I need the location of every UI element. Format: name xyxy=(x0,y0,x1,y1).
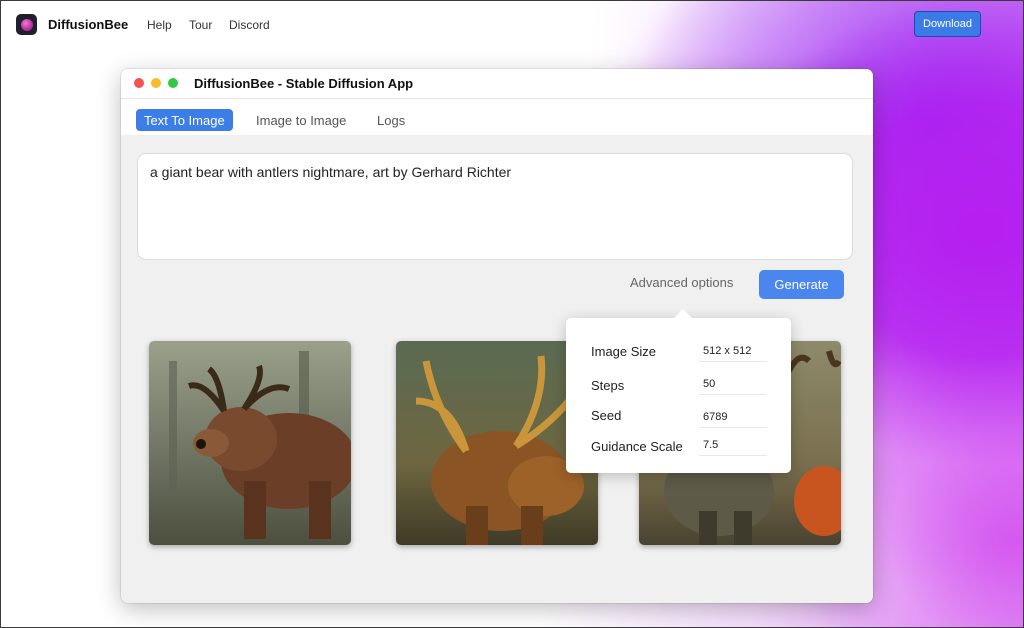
generated-image-1[interactable] xyxy=(149,341,351,545)
window-titlebar: DiffusionBee - Stable Diffusion App xyxy=(121,69,873,99)
tab-text-to-image[interactable]: Text To Image xyxy=(136,109,233,131)
app-window: DiffusionBee - Stable Diffusion App Text… xyxy=(121,69,873,603)
nav-link-help[interactable]: Help xyxy=(147,18,172,32)
tab-image-to-image[interactable]: Image to Image xyxy=(248,109,354,131)
minimize-window-button[interactable] xyxy=(151,78,161,88)
tab-logs[interactable]: Logs xyxy=(369,109,413,131)
nav-link-tour[interactable]: Tour xyxy=(189,18,212,32)
advanced-options-link[interactable]: Advanced options xyxy=(630,275,733,290)
generate-button[interactable]: Generate xyxy=(759,270,844,299)
top-nav: DiffusionBee Help Tour Discord Download xyxy=(1,1,1023,47)
tab-bar: Text To Image Image to Image Logs xyxy=(121,99,873,135)
download-button[interactable]: Download xyxy=(914,11,981,37)
nav-link-discord[interactable]: Discord xyxy=(229,18,270,32)
seed-field[interactable] xyxy=(699,406,767,428)
steps-label: Steps xyxy=(591,378,625,393)
close-window-button[interactable] xyxy=(134,78,144,88)
guidance-scale-field[interactable] xyxy=(699,434,767,456)
brand-name: DiffusionBee xyxy=(48,17,129,32)
image-size-label: Image Size xyxy=(591,344,657,359)
image-size-field[interactable] xyxy=(699,340,767,362)
popover-arrow xyxy=(673,309,693,319)
advanced-options-popover: Image Size Steps Seed Guidance Scale xyxy=(566,309,791,473)
prompt-input[interactable]: a giant bear with antlers nightmare, art… xyxy=(137,153,853,260)
maximize-window-button[interactable] xyxy=(168,78,178,88)
steps-field[interactable] xyxy=(699,373,767,395)
diffusionbee-logo-icon xyxy=(16,14,37,35)
guidance-scale-label: Guidance Scale xyxy=(591,439,683,454)
window-title: DiffusionBee - Stable Diffusion App xyxy=(194,76,414,91)
seed-label: Seed xyxy=(591,408,622,423)
